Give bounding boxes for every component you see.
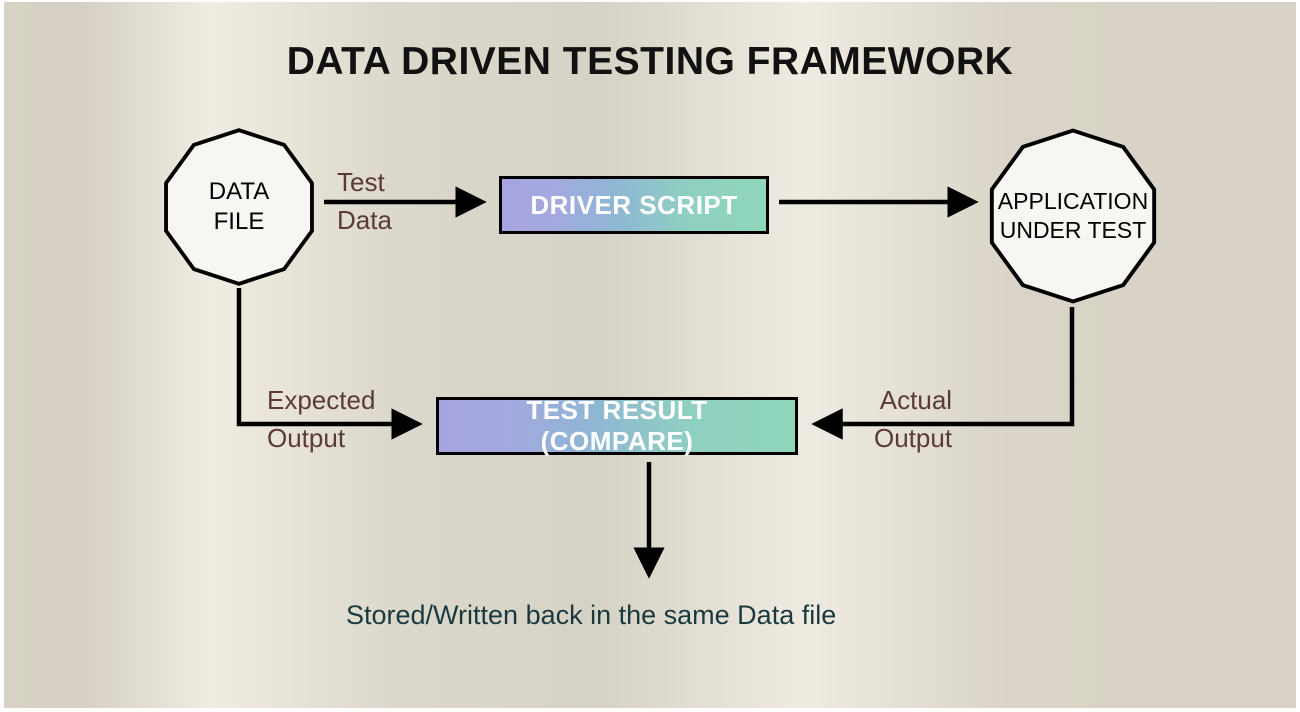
edge-label-expected-output: Expected Output xyxy=(267,382,375,457)
node-test-result-compare: TEST RESULT (COMPARE) xyxy=(436,397,798,455)
diagram-title: DATA DRIVEN TESTING FRAMEWORK xyxy=(4,40,1296,84)
diagram-canvas: DATA DRIVEN TESTING FRAMEWORK DATA FILE … xyxy=(4,2,1296,708)
node-data-file: DATA FILE xyxy=(159,127,319,287)
node-label: TEST RESULT (COMPARE) xyxy=(453,395,781,457)
node-label: DRIVER SCRIPT xyxy=(530,190,737,221)
footer-note: Stored/Written back in the same Data fil… xyxy=(346,600,836,631)
edge-label-actual-output: Actual Output xyxy=(874,382,952,457)
node-application-under-test: APPLICATION UNDER TEST xyxy=(984,127,1162,305)
node-label: DATA FILE xyxy=(209,177,269,237)
node-driver-script: DRIVER SCRIPT xyxy=(499,176,769,234)
node-label: APPLICATION UNDER TEST xyxy=(998,187,1148,245)
edge-label-test-data: Test Data xyxy=(337,164,392,239)
